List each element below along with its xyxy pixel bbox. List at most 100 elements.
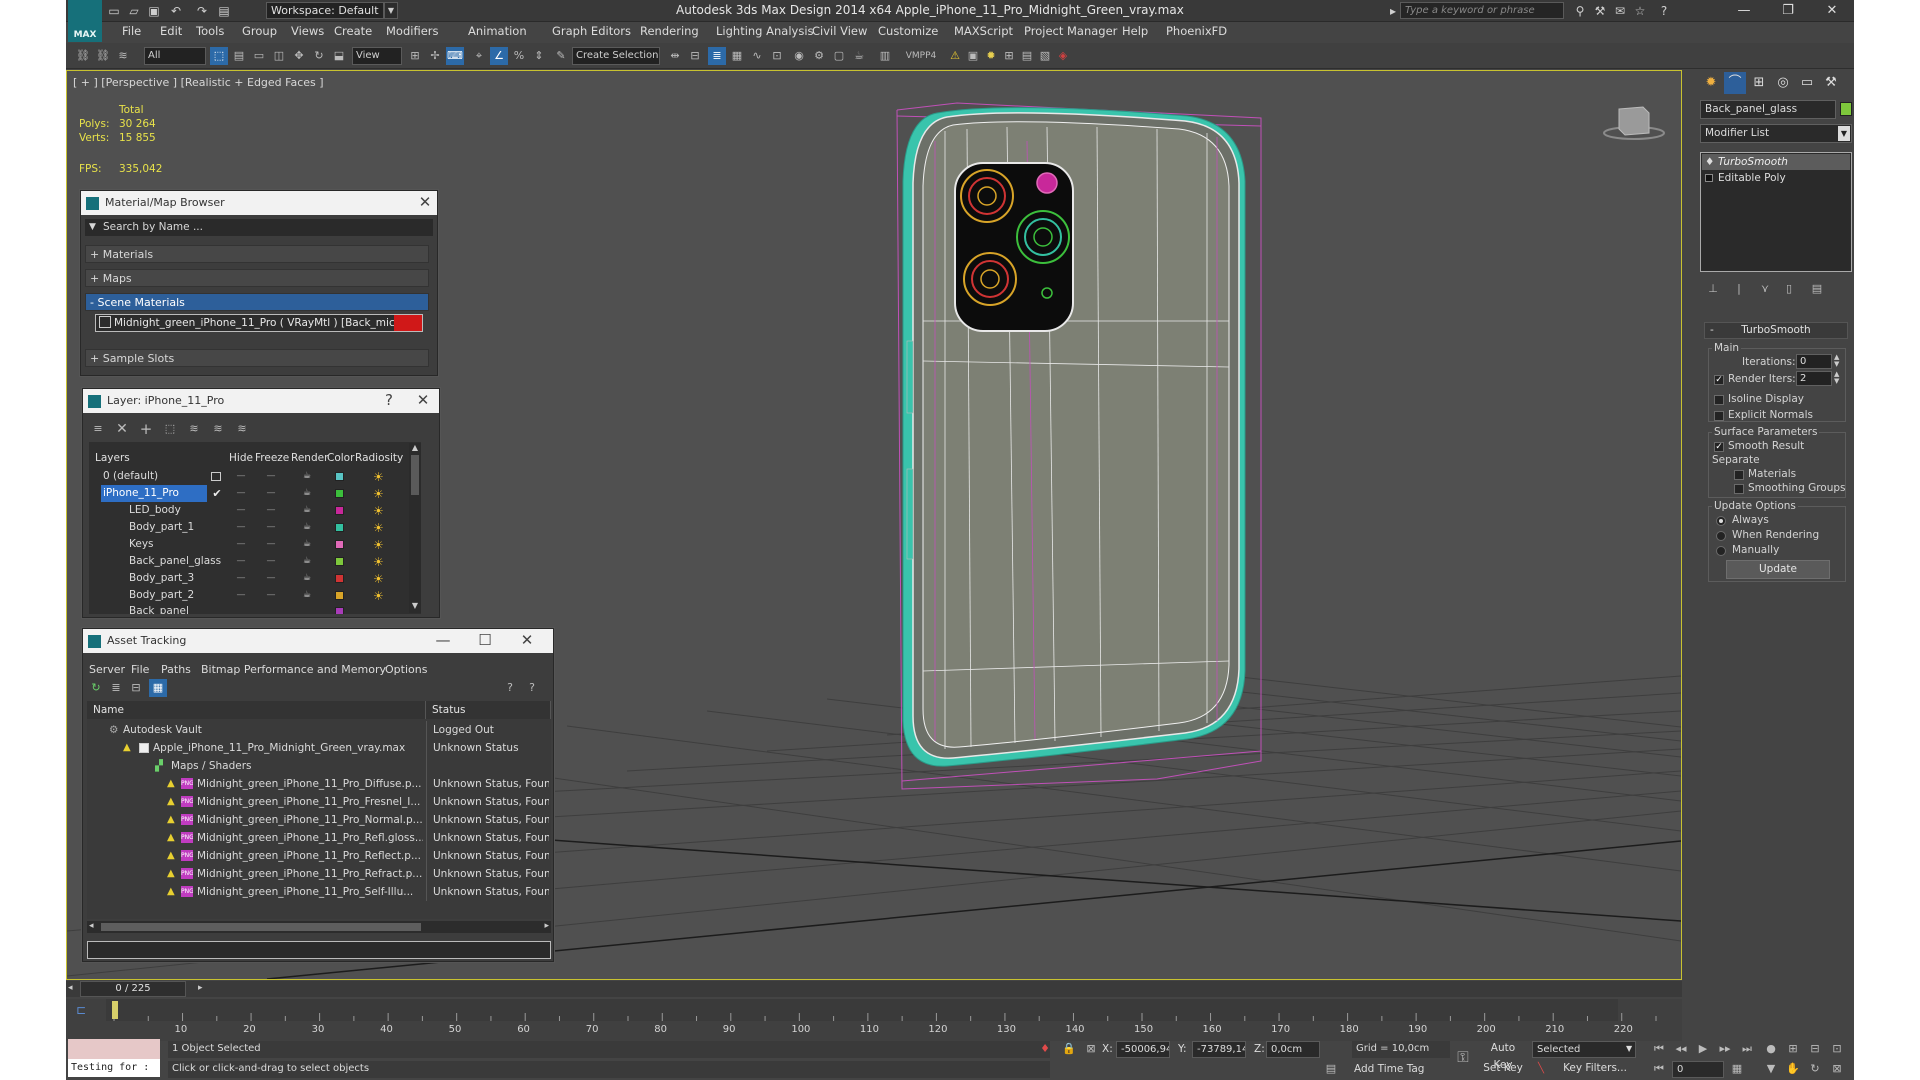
menu-rendering[interactable]: Rendering — [640, 24, 699, 38]
render-teapot-icon[interactable]: ☕ — [297, 587, 317, 604]
select-in-layer-icon[interactable]: ⬚ — [161, 420, 179, 438]
chevron-down-icon[interactable]: ▼ — [384, 2, 398, 19]
delete-layer-icon[interactable]: ✕ — [113, 420, 131, 438]
scroll-down-icon[interactable]: ▼ — [409, 601, 421, 613]
table-row[interactable]: ▞ Maps / Shaders — [87, 757, 549, 775]
rollout-sample-slots[interactable]: + Sample Slots — [85, 349, 429, 367]
prev-frame-icon[interactable]: ◂ — [68, 983, 78, 993]
select-by-name-icon[interactable]: ▤ — [230, 47, 248, 65]
scroll-right-icon[interactable]: ▸ — [544, 921, 549, 931]
display-tab-icon[interactable]: ▭ — [1796, 72, 1818, 94]
context-help-icon[interactable]: ? — [523, 679, 541, 697]
turbosmooth-rollout-title[interactable]: - TurboSmooth — [1704, 322, 1848, 339]
material-search-input[interactable]: ▼ Search by Name ... — [85, 219, 433, 236]
schematic-view-icon[interactable]: ⊡ — [768, 47, 786, 65]
layer-color-swatch[interactable] — [335, 607, 344, 614]
menu-lighting-analysis[interactable]: Lighting Analysis — [716, 24, 814, 38]
restore-button[interactable]: ❐ — [1766, 0, 1810, 22]
x-coordinate-field[interactable]: -50006,94 — [1116, 1041, 1170, 1058]
menu-maxscript[interactable]: MAXScript — [954, 24, 1013, 38]
isoline-display-checkbox[interactable] — [1714, 395, 1724, 405]
object-name-field[interactable]: Back_panel_glass — [1700, 100, 1836, 119]
render-teapot-icon[interactable]: ☕ — [297, 536, 317, 553]
curve-editor-icon[interactable]: ∿ — [748, 47, 766, 65]
layer-color-swatch[interactable] — [335, 472, 344, 481]
layer-current-checkbox-icon[interactable] — [211, 472, 221, 481]
rollout-maps[interactable]: + Maps — [85, 269, 429, 287]
update-button[interactable]: Update — [1726, 560, 1830, 579]
menu-customize[interactable]: Customize — [878, 24, 938, 38]
layer-row[interactable]: Body_part_1 — — ☕ ☀ — [91, 519, 415, 536]
hide-all-layers-icon[interactable]: ≋ — [209, 420, 227, 438]
edit-named-selection-icon[interactable]: ✎ — [552, 47, 570, 65]
undo-icon[interactable]: ↶ — [168, 3, 184, 19]
layer-list-scrollbar[interactable]: ▲ ▼ — [409, 443, 421, 613]
radiosity-icon[interactable]: ☀ — [373, 571, 384, 588]
tree-view-icon[interactable]: ⊟ — [127, 679, 145, 697]
go-to-start-icon[interactable]: ⏮ — [1650, 1040, 1668, 1058]
menu-views[interactable]: Views — [291, 24, 324, 38]
binoculars-icon[interactable]: ⚲ — [1572, 3, 1588, 19]
render-teapot-icon[interactable]: ☕ — [297, 519, 317, 536]
auto-key-button[interactable]: Auto Key — [1480, 1040, 1526, 1071]
app-logo-icon[interactable]: MAX — [68, 0, 102, 42]
hide-toggle[interactable]: — — [231, 587, 251, 604]
layer-color-swatch[interactable] — [335, 591, 344, 600]
hide-toggle[interactable]: — — [231, 502, 251, 519]
help-icon[interactable]: ? — [377, 389, 401, 413]
layer-manager-icon[interactable]: ≣ — [708, 47, 726, 65]
selection-filter-dropdown[interactable]: All — [144, 47, 206, 65]
layer-row[interactable]: Keys — — ☕ ☀ — [91, 536, 415, 553]
layer-color-swatch[interactable] — [335, 557, 344, 566]
keyboard-shortcut-override-icon[interactable]: ⌨ — [446, 47, 464, 65]
rollout-scene-materials[interactable]: - Scene Materials — [85, 293, 429, 311]
col-radiosity[interactable]: Radiosity — [355, 452, 403, 464]
y-coordinate-field[interactable]: -73789,14 — [1192, 1041, 1246, 1058]
update-when-rendering-radio[interactable] — [1716, 531, 1726, 541]
col-status[interactable]: Status — [426, 701, 551, 719]
lightbulb-icon[interactable]: ♦ — [1705, 154, 1714, 170]
modify-tab-icon[interactable]: ⌒ — [1724, 72, 1746, 94]
align-icon[interactable]: ⊟ — [686, 47, 704, 65]
layer-color-swatch[interactable] — [335, 489, 344, 498]
key-mode-icon[interactable]: ⏮ — [1650, 1060, 1668, 1078]
smooth-result-checkbox[interactable]: ✓ — [1714, 442, 1724, 452]
hide-toggle[interactable]: — — [231, 536, 251, 553]
at-menu-file[interactable]: File — [131, 663, 149, 676]
create-tab-icon[interactable]: ✹ — [1700, 72, 1722, 94]
trackbar[interactable]: ⊏ 10 20 30 40 50 60 70 80 90 100 110 120 130 140 150 16… — [66, 999, 1682, 1041]
chevron-down-icon[interactable]: ▼ — [1626, 1044, 1632, 1053]
scroll-thumb[interactable] — [411, 455, 419, 495]
scroll-up-icon[interactable]: ▲ — [409, 443, 421, 455]
project-folder-icon[interactable]: ▤ — [216, 3, 232, 19]
favorites-star-icon[interactable]: ☆ — [1632, 3, 1648, 19]
close-icon[interactable]: ✕ — [413, 191, 437, 215]
bind-space-warp-icon[interactable]: ≋ — [114, 47, 132, 65]
viewport-max-toggle-icon[interactable]: ⊠ — [1828, 1060, 1846, 1078]
freeze-toggle[interactable]: — — [261, 485, 281, 502]
freeze-toggle[interactable]: — — [261, 468, 281, 485]
add-time-tag[interactable]: Add Time Tag — [1354, 1063, 1424, 1075]
z-coordinate-field[interactable]: 0,0cm — [1266, 1041, 1320, 1058]
render-setup-icon[interactable]: ⚙ — [810, 47, 828, 65]
table-row[interactable]: ▲ PNG Midnight_green_iPhone_11_Pro_Fresn… — [87, 793, 549, 811]
radiosity-icon[interactable]: ☀ — [373, 520, 384, 537]
stack-item-editable-poly[interactable]: Editable Poly — [1702, 170, 1850, 186]
radiosity-icon[interactable]: ☀ — [373, 537, 384, 554]
field-of-view-icon[interactable]: ▼ — [1762, 1060, 1780, 1078]
time-config-icon[interactable]: ▦ — [1728, 1060, 1746, 1078]
layer-color-swatch[interactable] — [335, 506, 344, 515]
menu-phoenixfd[interactable]: PhoenixFD — [1166, 24, 1227, 38]
spinner-arrows-icon[interactable]: ▲ ▼ — [1834, 354, 1839, 368]
layer-row[interactable]: Back_panel_glass — — ☕ ☀ — [91, 553, 415, 570]
menu-edit[interactable]: Edit — [160, 24, 182, 38]
scene-material-item[interactable]: Midnight_green_iPhone_11_Pro ( VRayMtl )… — [95, 314, 423, 332]
vmpp-label[interactable]: VMPP4 — [902, 47, 940, 65]
col-render[interactable]: Render — [291, 452, 328, 464]
vray-frame-buffer-icon[interactable]: ▥ — [876, 47, 894, 65]
minimize-button[interactable]: — — [1722, 0, 1766, 22]
zoom-icon[interactable]: ● — [1762, 1040, 1780, 1058]
select-link-icon[interactable]: ⛓ — [74, 47, 92, 65]
layer-row[interactable]: Back_panel — [91, 603, 415, 614]
go-to-end-icon[interactable]: ⏭ — [1738, 1040, 1756, 1058]
